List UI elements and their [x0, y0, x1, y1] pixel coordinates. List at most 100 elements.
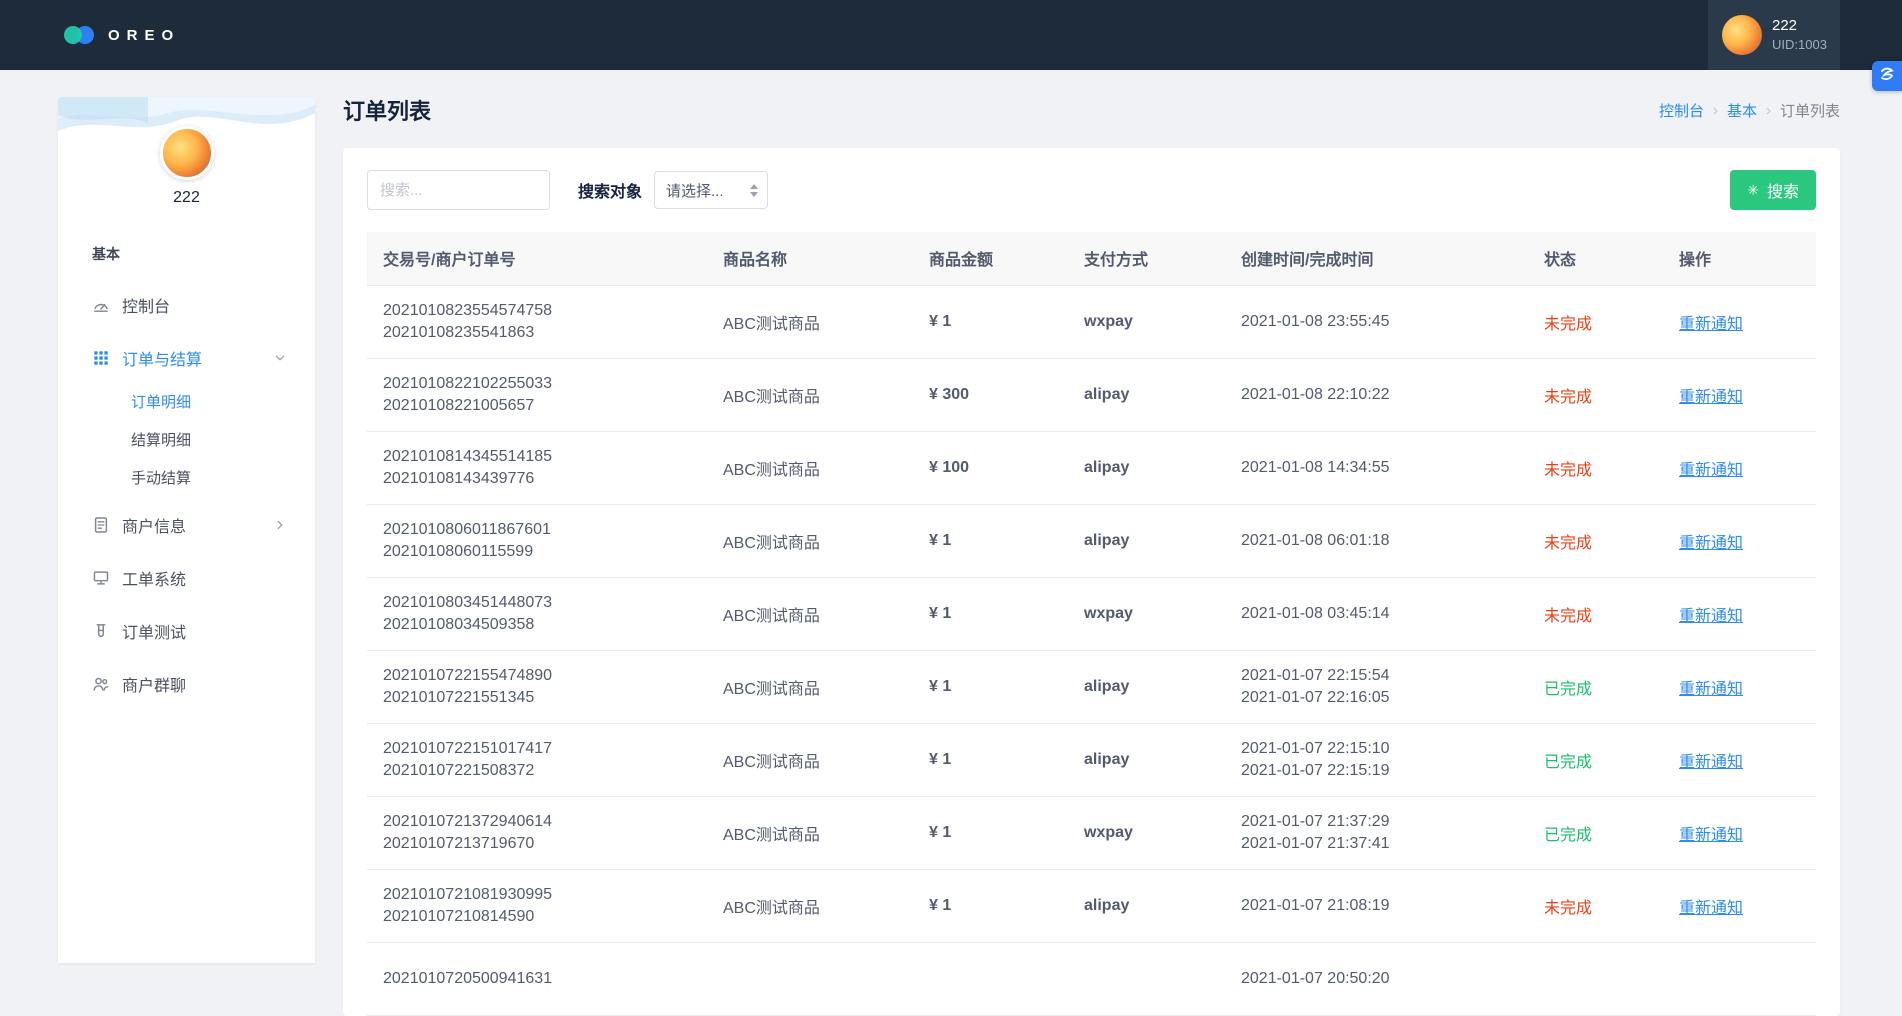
table-row: 202101072108193099520210107210814590 ABC… [367, 869, 1816, 942]
product-name: ABC测试商品 [707, 869, 913, 942]
amount: ¥ 1 [913, 577, 1068, 650]
amount: ¥ 1 [913, 285, 1068, 358]
pay-method: alipay [1068, 504, 1225, 577]
merchant-order-no: 20210107221551345 [383, 687, 701, 709]
table-row: 202101072215547489020210107221551345 ABC… [367, 650, 1816, 723]
completed-time: 2021-01-07 22:15:19 [1241, 760, 1522, 782]
created-time: 2021-01-07 21:08:19 [1241, 895, 1522, 917]
renotify-link[interactable]: 重新通知 [1679, 900, 1743, 917]
amount: ¥ 1 [913, 723, 1068, 796]
search-target-select[interactable]: 请选择... [654, 171, 768, 209]
product-name: ABC测试商品 [707, 358, 913, 431]
top-navbar: OREO 222 UID:1003 [0, 0, 1902, 70]
search-toolbar: 搜索对象 请选择... ✳ 搜索 [367, 170, 1816, 210]
user-chip[interactable]: 222 UID:1003 [1708, 0, 1840, 70]
pay-method: alipay [1068, 869, 1225, 942]
asterisk-icon: ✳ [1747, 183, 1759, 197]
merchant-order-no: 20210108143439776 [383, 468, 701, 490]
select-arrows-icon [750, 184, 758, 197]
amount: ¥ 1 [913, 504, 1068, 577]
sidebar-item-label: 商户群聊 [122, 672, 186, 696]
renotify-link[interactable]: 重新通知 [1679, 608, 1743, 625]
pay-method: alipay [1068, 431, 1225, 504]
status-badge: 已完成 [1544, 827, 1592, 844]
created-time: 2021-01-08 22:10:22 [1241, 384, 1522, 406]
status-badge: 已完成 [1544, 754, 1592, 771]
table-header-row: 交易号/商户订单号 商品名称 商品金额 支付方式 创建时间/完成时间 状态 操作 [367, 232, 1816, 285]
sidebar-item-order-test[interactable]: 订单测试 [58, 604, 315, 657]
brand-logo-icon [64, 25, 96, 45]
status-badge: 未完成 [1544, 608, 1592, 625]
renotify-link[interactable]: 重新通知 [1679, 754, 1743, 771]
sidebar-subitem-order-detail[interactable]: 订单明细 [58, 384, 315, 422]
trade-no: 2021010822102255033 [383, 373, 701, 395]
table-row: 202101082355457475820210108235541863 ABC… [367, 285, 1816, 358]
orders-tbody: 202101082355457475820210108235541863 ABC… [367, 285, 1816, 1015]
sidebar-item-merchant-chat[interactable]: 商户群聊 [58, 657, 315, 710]
sidebar-item-label: 订单测试 [122, 619, 186, 643]
profile-avatar [160, 126, 214, 180]
grid-icon [92, 349, 110, 367]
renotify-link[interactable]: 重新通知 [1679, 462, 1743, 479]
status-badge: 未完成 [1544, 900, 1592, 917]
pay-method: wxpay [1068, 796, 1225, 869]
search-button[interactable]: ✳ 搜索 [1730, 170, 1816, 210]
col-header-time: 创建时间/完成时间 [1225, 232, 1528, 285]
col-header-pay-method: 支付方式 [1068, 232, 1225, 285]
sidebar-item-dashboard[interactable]: 控制台 [58, 278, 315, 331]
sidebar-item-label: 商户信息 [122, 513, 186, 537]
breadcrumb-current: 订单列表 [1780, 100, 1840, 121]
created-time: 2021-01-07 22:15:10 [1241, 738, 1522, 760]
status-badge: 未完成 [1544, 535, 1592, 552]
trade-no: 2021010720500941631 [383, 968, 701, 990]
breadcrumb-link-console[interactable]: 控制台 [1659, 100, 1704, 121]
sidebar-item-ticket-system[interactable]: 工单系统 [58, 551, 315, 604]
support-widget-button[interactable] [1872, 61, 1902, 91]
sidebar-item-orders-settlement[interactable]: 订单与结算 [58, 331, 315, 384]
sidebar-subitem-settlement-detail[interactable]: 结算明细 [58, 422, 315, 460]
sidebar-submenu: 订单明细 结算明细 手动结算 [58, 384, 315, 498]
sidebar-item-label: 控制台 [122, 293, 170, 317]
col-header-amount: 商品金额 [913, 232, 1068, 285]
status-badge: 未完成 [1544, 316, 1592, 333]
user-avatar [1722, 15, 1762, 55]
created-time: 2021-01-07 20:50:20 [1241, 968, 1522, 990]
product-name: ABC测试商品 [707, 504, 913, 577]
pay-method: alipay [1068, 358, 1225, 431]
table-row: 202101072137294061420210107213719670 ABC… [367, 796, 1816, 869]
product-name: ABC测试商品 [707, 796, 913, 869]
completed-time: 2021-01-07 21:37:41 [1241, 833, 1522, 855]
renotify-link[interactable]: 重新通知 [1679, 389, 1743, 406]
merchant-order-no: 20210107213719670 [383, 833, 701, 855]
trade-no: 2021010721372940614 [383, 811, 701, 833]
amount: ¥ 100 [913, 431, 1068, 504]
product-name [707, 942, 913, 1015]
created-time: 2021-01-08 14:34:55 [1241, 457, 1522, 479]
merchant-order-no: 20210108060115599 [383, 541, 701, 563]
breadcrumb-link-basic[interactable]: 基本 [1727, 100, 1757, 121]
search-target-label: 搜索对象 [578, 178, 642, 202]
sidebar-subitem-manual-settlement[interactable]: 手动结算 [58, 460, 315, 498]
sidebar-item-label: 工单系统 [122, 566, 186, 590]
renotify-link[interactable]: 重新通知 [1679, 535, 1743, 552]
sidebar-item-merchant-info[interactable]: 商户信息 [58, 498, 315, 551]
breadcrumb-separator: › [1766, 102, 1771, 119]
sidebar-subitem-label: 订单明细 [131, 394, 191, 411]
renotify-link[interactable]: 重新通知 [1679, 827, 1743, 844]
status-badge: 未完成 [1544, 389, 1592, 406]
table-row: 202101080601186760120210108060115599 ABC… [367, 504, 1816, 577]
orders-card: 搜索对象 请选择... ✳ 搜索 交易号/商户订单号 商品名称 商品金额 支付方 [343, 148, 1840, 1016]
table-row: 202101081434551418520210108143439776 ABC… [367, 431, 1816, 504]
pay-method: wxpay [1068, 285, 1225, 358]
merchant-order-no: 20210107210814590 [383, 906, 701, 928]
search-input[interactable] [367, 170, 550, 210]
status-badge: 已完成 [1544, 681, 1592, 698]
test-tube-icon [92, 622, 110, 640]
sidebar-menu: 控制台 订单与结算 订单明细 结算明细 手动结算 商户信息 [58, 278, 315, 710]
created-time: 2021-01-08 06:01:18 [1241, 530, 1522, 552]
renotify-link[interactable]: 重新通知 [1679, 681, 1743, 698]
renotify-link[interactable]: 重新通知 [1679, 316, 1743, 333]
people-icon [92, 675, 110, 693]
breadcrumb: 控制台 › 基本 › 订单列表 [1659, 100, 1840, 121]
merchant-order-no: 20210108221005657 [383, 395, 701, 417]
